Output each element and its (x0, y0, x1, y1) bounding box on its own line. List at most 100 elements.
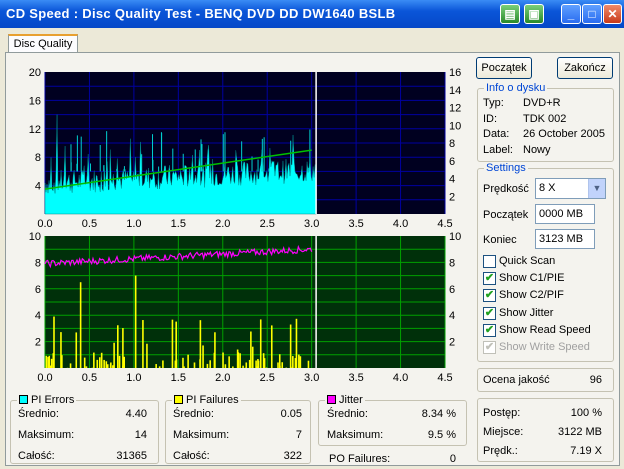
y-tick-label: 4 (35, 310, 41, 322)
x-tick-label: 3.5 (348, 372, 363, 384)
x-tick-label: 1.5 (171, 372, 186, 384)
progress-key: Prędk.: (483, 445, 518, 457)
start-field[interactable]: 0000 MB (535, 204, 595, 224)
y2-tick-label: 12 (449, 103, 461, 115)
x-tick-label: 4.0 (393, 372, 408, 384)
pi-failures-title: PI Failures (186, 394, 239, 406)
checkbox-label: Show Write Speed (499, 341, 590, 353)
pi_failures-row-value: 322 (283, 450, 302, 462)
checkbox[interactable]: ✔ (483, 289, 496, 303)
pi_failures-row-value: 7 (295, 429, 302, 441)
end-label: Koniec (483, 234, 517, 246)
x-tick-label: 0.5 (82, 372, 97, 384)
checkbox[interactable] (483, 255, 496, 268)
y2-tick-label: 4 (449, 310, 455, 322)
y-tick-label: 16 (29, 95, 41, 107)
progress-key: Miejsce: (483, 426, 524, 438)
jitter-title: Jitter (339, 394, 363, 406)
y-tick-label: 20 (29, 67, 41, 79)
pi_errors-row-value: 31365 (116, 450, 147, 462)
tab-disc-quality[interactable]: Disc Quality (8, 34, 78, 53)
checkbox-label: Show Jitter (499, 306, 554, 319)
checkbox-label: Quick Scan (499, 255, 556, 267)
pi-errors-title: PI Errors (31, 394, 75, 406)
checkbox[interactable]: ✔ (483, 341, 496, 354)
y2-tick-label: 10 (449, 231, 461, 243)
minimize-button[interactable]: _ (561, 4, 581, 24)
info-key: Data: (483, 128, 510, 140)
pi-errors-chart: 0.0 0.5 1.0 1.5 2.0 2.5 3.0 3.5 4.0 4.52016128416… (29, 67, 462, 230)
info-key: Typ: (483, 97, 504, 109)
pi_failures-row-key: Maksimum: (173, 429, 230, 441)
x-tick-label: 0.0 (37, 372, 52, 384)
y-tick-label: 4 (35, 181, 41, 193)
y2-tick-label: 2 (449, 191, 455, 203)
checkbox-label: Show C2/PIF (499, 289, 564, 302)
start-button[interactable]: Początek (476, 57, 532, 79)
disc-info-title: Info o dysku (484, 82, 548, 94)
maximize-button[interactable]: □ (582, 4, 602, 24)
speed-label: Prędkość (483, 183, 529, 195)
info-value: 26 October 2005 (523, 128, 605, 140)
pi-errors-swatch (19, 395, 28, 404)
jitter-swatch (327, 395, 336, 404)
pi_failures-row-key: Całość: (173, 450, 210, 462)
x-tick-label: 4.5 (437, 372, 452, 384)
x-tick-label: 2.0 (215, 372, 230, 384)
pi-failures-chart: 0.0 0.5 1.0 1.5 2.0 2.5 3.0 3.5 4.0 4.5 10 8 6 4 2 10 8 6… (29, 231, 462, 384)
settings-title: Settings (484, 162, 528, 174)
title-bar: CD Speed : Disc Quality Test - BENQ DVD … (0, 0, 624, 28)
speed-select[interactable]: 8 X ▼ (535, 178, 606, 199)
info-key: Label: (483, 143, 513, 156)
quality-label: Ocena jakość (483, 374, 550, 386)
info-value: DVD+R (523, 97, 561, 109)
jitter-row-key: Maksimum: (327, 429, 384, 441)
checkbox[interactable]: ✔ (483, 272, 496, 286)
x-tick-label: 1.0 (126, 372, 141, 384)
y-tick-label: 8 (35, 257, 41, 269)
jitter-row-value: 9.5 % (427, 429, 456, 441)
pi_errors-row-key: Całość: (18, 450, 55, 462)
end-button[interactable]: Zakończ (557, 57, 613, 79)
y-tick-label: 6 (35, 284, 41, 296)
pi-failures-swatch (174, 395, 183, 404)
po-failures-value: 0 (449, 453, 456, 465)
pi_failures-row-key: Średnio: (173, 408, 214, 420)
y2-tick-label: 8 (449, 138, 455, 150)
checkbox[interactable]: ✔ (483, 306, 496, 320)
close-button[interactable]: ✕ (603, 4, 622, 24)
y2-tick-label: 6 (449, 156, 455, 168)
y-tick-label: 10 (29, 231, 41, 243)
y-tick-label: 8 (35, 152, 41, 164)
progress-value: 7.19 X (570, 445, 602, 457)
window-title: CD Speed : Disc Quality Test - BENQ DVD … (6, 6, 396, 21)
pi_errors-row-key: Średnio: (18, 408, 59, 420)
jitter-row-key: Średnio: (327, 408, 368, 420)
quality-value: 96 (589, 374, 602, 386)
y2-tick-label: 10 (449, 120, 461, 132)
y2-tick-label: 8 (449, 257, 455, 269)
y2-tick-label: 14 (449, 85, 461, 97)
info-value: TDK 002 (523, 112, 567, 125)
pi_errors-row-key: Maksimum: (18, 429, 75, 441)
y2-tick-label: 4 (449, 174, 455, 186)
progress-key: Postęp: (483, 407, 521, 419)
po-failures-label: PO Failures: (329, 453, 391, 465)
y2-tick-label: 2 (449, 337, 455, 349)
progress-value: 3122 MB (557, 426, 602, 438)
chevron-down-icon[interactable]: ▼ (588, 179, 605, 198)
checkbox[interactable]: ✔ (483, 323, 496, 337)
end-field[interactable]: 3123 MB (535, 229, 595, 249)
progress-value: 100 % (570, 407, 602, 419)
speed-value: 8 X (539, 182, 556, 194)
info-value: Nowy (523, 143, 551, 156)
y-tick-label: 12 (29, 124, 41, 136)
y-tick-label: 2 (35, 337, 41, 349)
info-key: ID: (483, 112, 498, 125)
checkbox-label: Show Read Speed (499, 323, 591, 336)
copy-icon[interactable]: ▤ (500, 4, 520, 24)
save-icon[interactable]: ▣ (524, 4, 544, 24)
pi_failures-row-value: 0.05 (280, 408, 302, 420)
pi_errors-row-value: 4.40 (125, 408, 147, 420)
start-label: Początek (483, 209, 529, 221)
